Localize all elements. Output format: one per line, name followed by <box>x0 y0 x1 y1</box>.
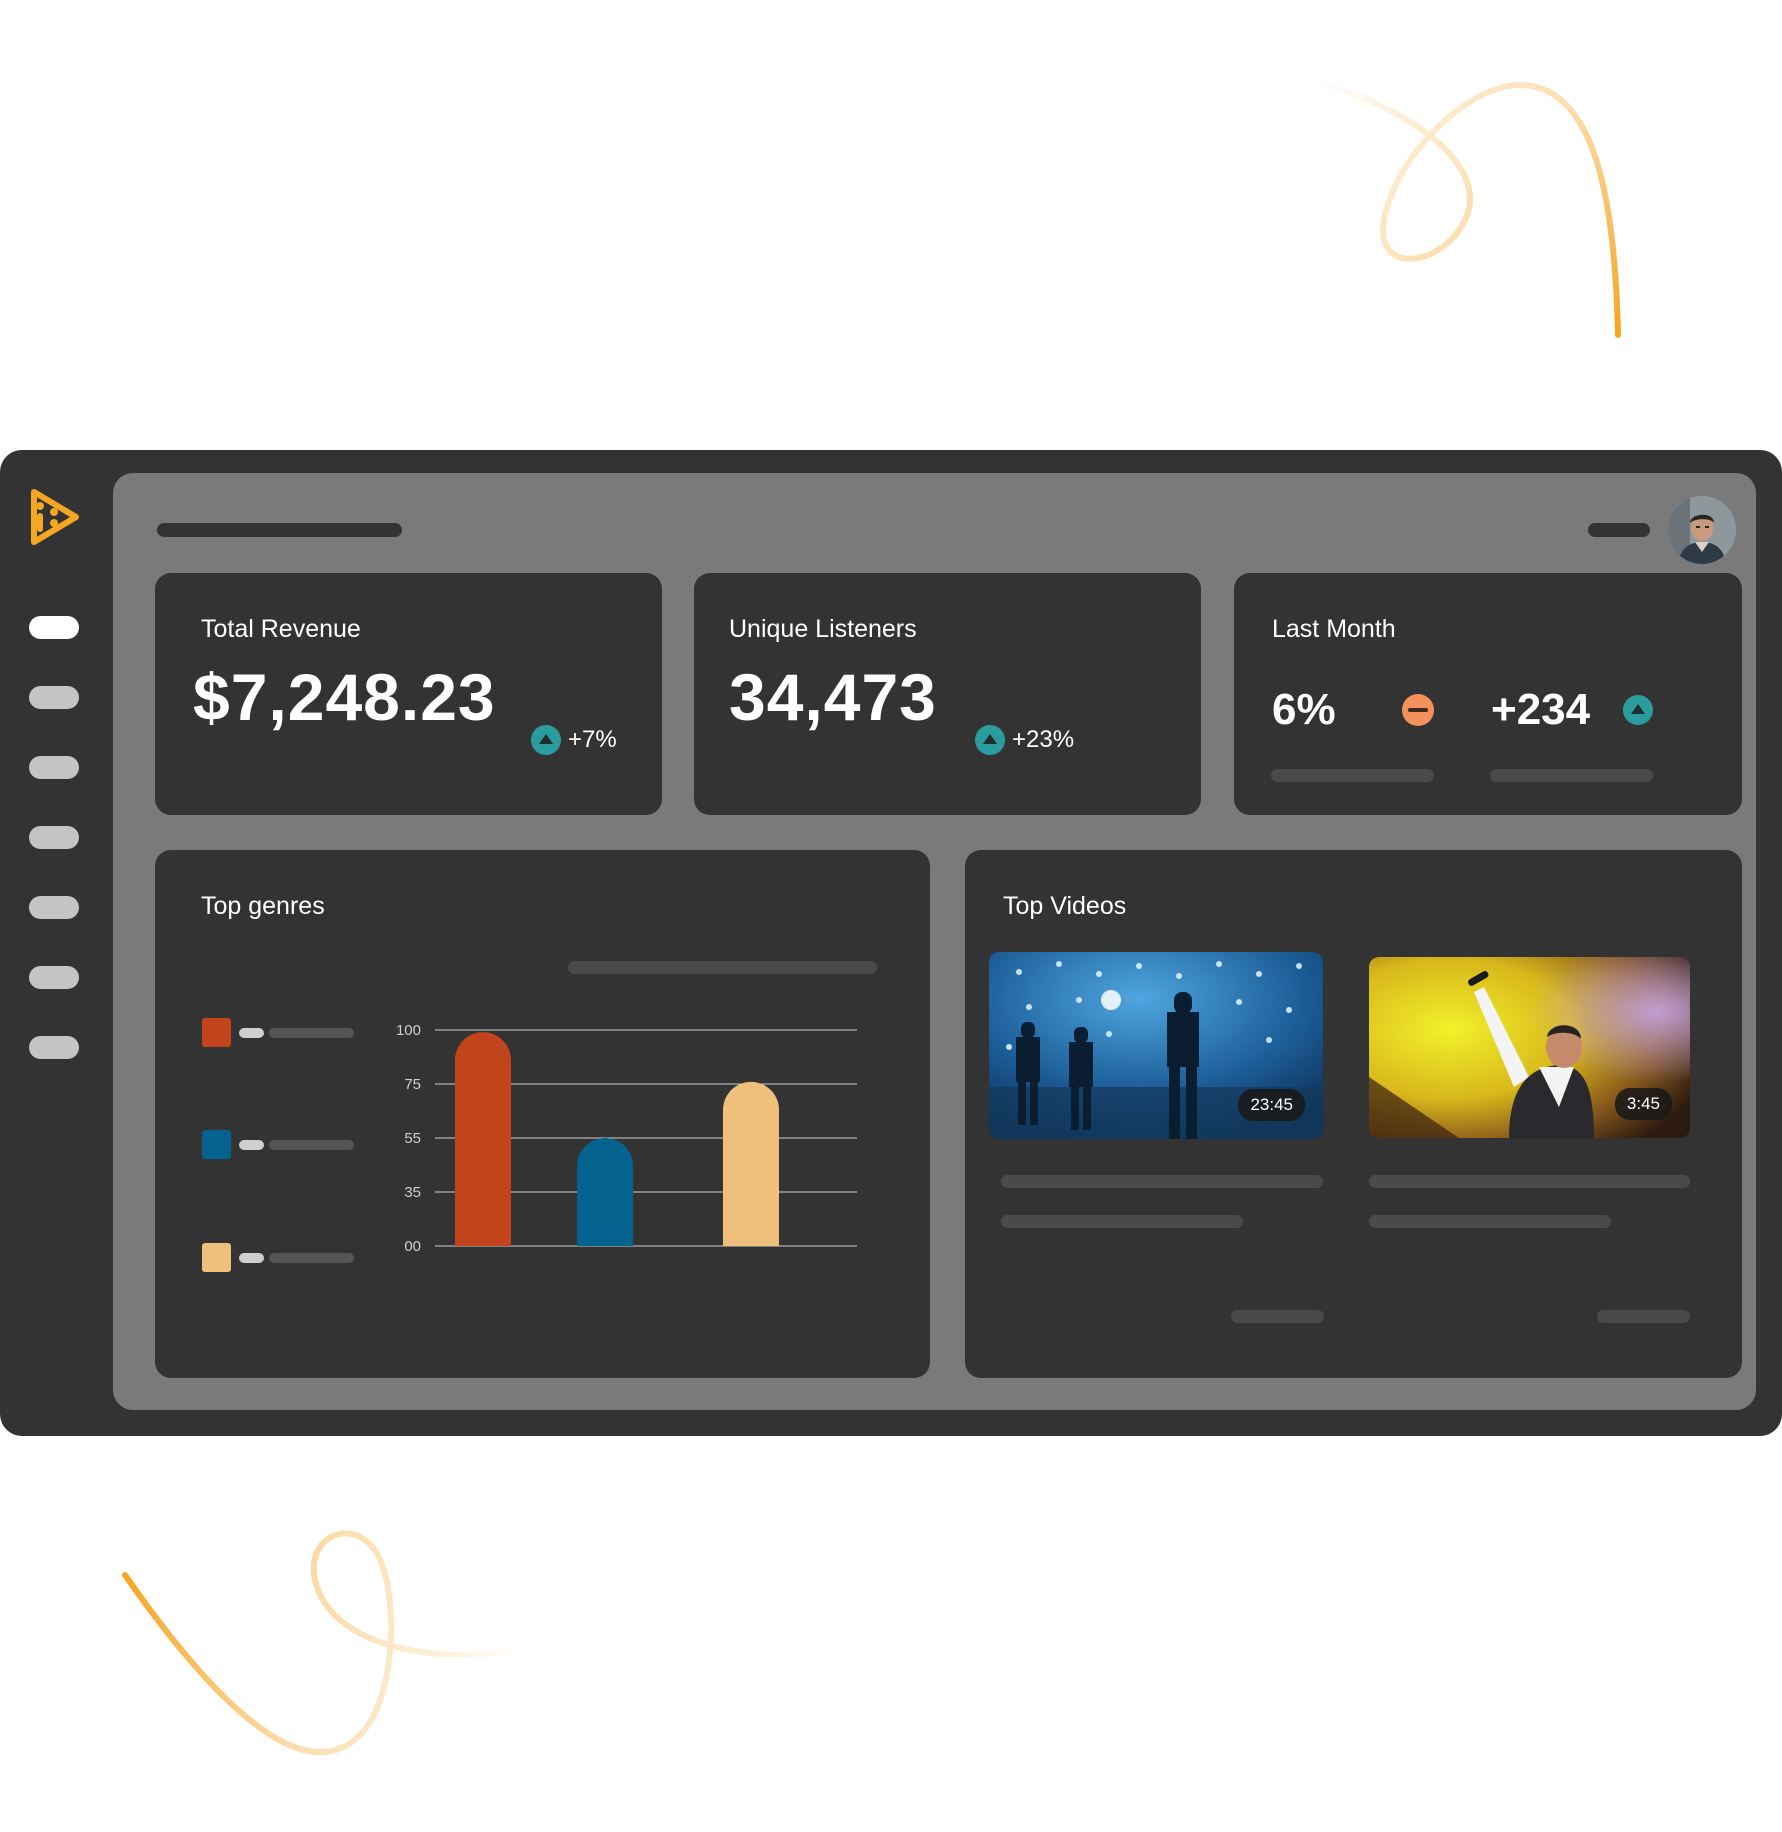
nav-item-2[interactable] <box>29 686 79 709</box>
legend-label-1 <box>269 1028 354 1038</box>
trend-down-icon <box>1402 694 1434 726</box>
y-tick-label: 75 <box>404 1076 421 1093</box>
last-month-bar-2 <box>1490 769 1653 782</box>
sidebar <box>0 450 112 1436</box>
total-revenue-value: $7,248.23 <box>193 660 496 734</box>
app-logo-icon[interactable] <box>26 486 82 548</box>
trend-up-icon <box>531 725 561 755</box>
unique-listeners-card: Unique Listeners 34,473 +23% <box>694 573 1201 815</box>
legend-swatch-2 <box>202 1130 231 1159</box>
video-1-action-placeholder[interactable] <box>1231 1310 1324 1323</box>
last-month-title: Last Month <box>1272 615 1396 643</box>
legend-swatch-3 <box>202 1243 231 1272</box>
topbar-menu-button[interactable] <box>1588 523 1650 537</box>
unique-listeners-value: 34,473 <box>729 660 937 734</box>
page-title-placeholder <box>157 523 402 537</box>
dashboard-window: Total Revenue $7,248.23 +7% Unique Liste… <box>0 450 1782 1436</box>
legend-label-2 <box>269 1140 354 1150</box>
genre-bar-2[interactable] <box>577 1138 633 1246</box>
user-avatar[interactable] <box>1668 496 1736 564</box>
avatar-photo <box>1668 496 1736 564</box>
top-genres-card: Top genres 00 35 55 75 100 <box>155 850 930 1378</box>
video-2-title-placeholder <box>1369 1175 1690 1188</box>
video-2-subtitle-placeholder <box>1369 1215 1611 1228</box>
nav-item-5[interactable] <box>29 896 79 919</box>
trend-up-icon <box>975 725 1005 755</box>
legend-marker-3 <box>239 1253 264 1263</box>
total-revenue-delta: +7% <box>531 725 617 755</box>
video-duration-1: 23:45 <box>1238 1089 1305 1121</box>
genres-bar-chart: 00 35 55 75 100 <box>396 1022 857 1255</box>
top-videos-card: Top Videos 23:45 3:45 <box>965 850 1742 1378</box>
top-genres-title: Top genres <box>201 892 325 920</box>
nav-item-4[interactable] <box>29 826 79 849</box>
total-revenue-title: Total Revenue <box>201 615 361 643</box>
total-revenue-delta-value: +7% <box>568 726 617 753</box>
video-1-title-placeholder <box>1001 1175 1323 1188</box>
legend-marker-2 <box>239 1140 264 1150</box>
video-2-action-placeholder[interactable] <box>1597 1310 1690 1323</box>
genres-filter-placeholder <box>568 961 877 974</box>
legend-marker-1 <box>239 1028 264 1038</box>
nav-item-3[interactable] <box>29 756 79 779</box>
last-month-card: Last Month 6% +234 <box>1234 573 1742 815</box>
video-duration-2: 3:45 <box>1614 1088 1672 1120</box>
nav-item-7[interactable] <box>29 1036 79 1059</box>
top-videos-title: Top Videos <box>1003 892 1127 920</box>
video-1-subtitle-placeholder <box>1001 1215 1243 1228</box>
nav-item-dashboard[interactable] <box>29 616 79 639</box>
genre-bar-1[interactable] <box>455 1032 511 1246</box>
y-tick-label: 100 <box>396 1022 421 1039</box>
video-thumbnail-2[interactable]: 3:45 <box>1369 957 1690 1138</box>
unique-listeners-delta-value: +23% <box>1012 726 1075 753</box>
legend-label-3 <box>269 1253 354 1263</box>
unique-listeners-title: Unique Listeners <box>729 615 917 643</box>
last-month-percent: 6% <box>1272 685 1336 734</box>
main-content: Total Revenue $7,248.23 +7% Unique Liste… <box>113 473 1756 1410</box>
last-month-bar-1 <box>1271 769 1434 782</box>
total-revenue-card: Total Revenue $7,248.23 +7% <box>155 573 662 815</box>
y-tick-label: 00 <box>404 1238 421 1255</box>
unique-listeners-delta: +23% <box>975 725 1074 755</box>
y-tick-label: 55 <box>404 1130 421 1147</box>
nav-item-6[interactable] <box>29 966 79 989</box>
last-month-count: +234 <box>1491 685 1591 734</box>
legend-swatch-1 <box>202 1018 231 1047</box>
genre-bar-3[interactable] <box>723 1081 779 1246</box>
video-thumbnail-1[interactable]: 23:45 <box>989 952 1323 1139</box>
y-tick-label: 35 <box>404 1184 421 1201</box>
trend-up-icon <box>1623 695 1653 725</box>
